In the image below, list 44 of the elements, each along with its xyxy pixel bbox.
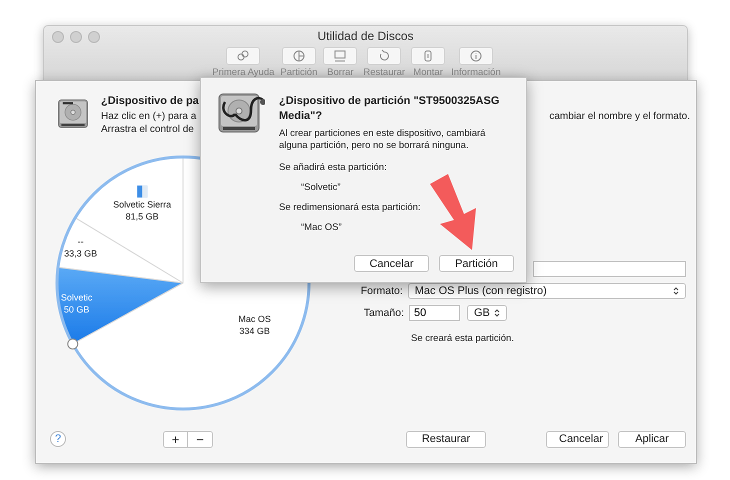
- close-button[interactable]: [52, 31, 64, 43]
- slice-label: Mac OS: [238, 314, 271, 324]
- size-field[interactable]: 50: [409, 305, 460, 321]
- description-text: Haz clic en (+) para a: [101, 111, 196, 122]
- cancel-button[interactable]: Cancelar: [546, 430, 609, 448]
- dialog-message: Al crear particiones en este dispositivo, cambiará alguna partición, pero no se borrará ninguna.: [279, 128, 486, 152]
- info-text: Se creará esta partición.: [411, 333, 515, 344]
- slice-label: Solvetic Sierra: [113, 200, 172, 210]
- format-label: Formato:: [360, 285, 403, 297]
- slice-label: Solvetic: [60, 292, 92, 302]
- partition-button[interactable]: Partición: [439, 255, 514, 272]
- partition-name: “Solvetic”: [301, 182, 342, 193]
- slice-size: 50 GB: [64, 304, 90, 314]
- add-button[interactable]: +: [163, 430, 188, 448]
- format-dropdown[interactable]: Mac OS Plus (con registro): [408, 283, 686, 299]
- minimize-button[interactable]: [70, 31, 82, 43]
- first-aid-icon: [235, 49, 252, 63]
- erase-icon: [332, 49, 348, 63]
- description-text: Arrastra el control de: [101, 124, 194, 135]
- slice-label: --: [78, 236, 84, 246]
- description-text: cambiar el nombre y el formato.: [549, 111, 690, 122]
- sheet-title: ¿Dispositivo de pa: [101, 95, 199, 107]
- partition-icon: [290, 49, 307, 63]
- size-label: Tamaño:: [362, 307, 404, 319]
- slice-size: 334 GB: [239, 326, 270, 336]
- info-icon: [468, 49, 484, 63]
- resize-handle[interactable]: [67, 338, 78, 350]
- cancel-button[interactable]: Cancelar: [354, 255, 429, 272]
- slice-size: 81,5 GB: [126, 212, 159, 222]
- help-button[interactable]: ?: [50, 431, 66, 447]
- slice-size: 33,3 GB: [64, 248, 98, 258]
- dialog-text: Se redimensionará esta partición:: [279, 202, 422, 213]
- apply-button[interactable]: Aplicar: [618, 430, 686, 448]
- partition-name: “Mac OS”: [301, 222, 343, 233]
- zoom-button[interactable]: [88, 31, 100, 43]
- name-field[interactable]: [533, 261, 686, 277]
- dialog-title: ¿Dispositivo de partición "ST9500325ASG Media"?: [279, 94, 500, 124]
- unit-dropdown[interactable]: GB: [467, 305, 507, 321]
- dialog-text: Se añadirá esta partición:: [279, 162, 388, 173]
- chevron-icon: [494, 308, 500, 318]
- chevron-icon: [673, 286, 679, 296]
- restore-button[interactable]: Restaurar: [406, 430, 486, 448]
- window-title: Utilidad de Discos: [317, 28, 414, 43]
- remove-button[interactable]: −: [188, 430, 213, 448]
